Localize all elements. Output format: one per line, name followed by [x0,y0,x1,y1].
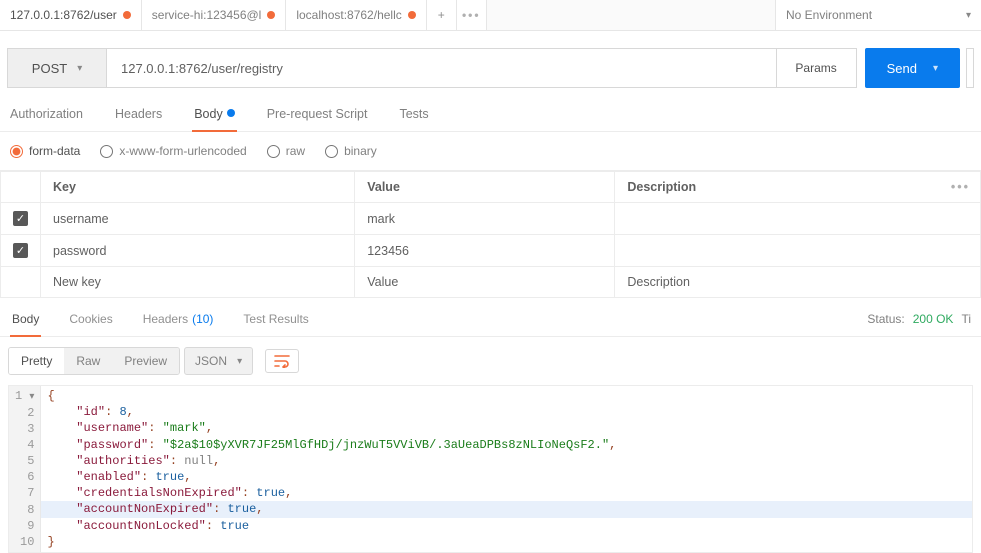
unsaved-dot-icon [123,11,131,19]
tab-1[interactable]: service-hi:123456@l [142,0,287,30]
table-row: ✓ usernamemark [1,203,981,235]
value-cell[interactable]: mark [355,203,615,235]
format-dropdown[interactable]: JSON ▾ [184,347,253,375]
view-mode-toggle: Pretty Raw Preview [8,347,180,375]
form-data-table: Key Value Description ••• ✓usernamemark✓… [0,171,981,298]
value-placeholder[interactable]: Value [355,267,615,298]
view-pretty[interactable]: Pretty [9,348,64,374]
resp-tab-cookies[interactable]: Cookies [67,312,114,336]
wrap-lines-button[interactable] [265,349,299,373]
params-button[interactable]: Params [777,48,857,88]
tab-label: 127.0.0.1:8762/user [10,8,117,22]
radio-form-data[interactable]: form-data [10,144,80,158]
chevron-down-icon: ▾ [77,63,82,74]
resp-tab-headers[interactable]: Headers(10) [141,312,216,336]
unsaved-dot-icon [408,11,416,19]
desc-cell[interactable] [615,203,981,235]
code-content: { "id": 8, "username": "mark", "password… [41,386,972,552]
resp-tab-body[interactable]: Body [10,312,41,336]
chevron-down-icon: ▾ [966,10,971,21]
resp-tab-testresults[interactable]: Test Results [241,312,310,336]
ellipsis-icon[interactable]: ••• [951,180,970,194]
status-label: Status: [867,312,904,326]
tab-0[interactable]: 127.0.0.1:8762/user [0,0,142,30]
method-dropdown[interactable]: POST ▾ [7,48,107,88]
tab-label: localhost:8762/hellc [296,8,401,22]
send-button[interactable]: Send ▾ [865,48,960,88]
desc-cell[interactable] [615,235,981,267]
wrap-icon [274,354,290,368]
col-description: Description ••• [615,172,981,203]
table-row-placeholder[interactable]: New keyValueDescription [1,267,981,298]
checkbox-icon[interactable]: ✓ [13,243,28,258]
table-row: ✓ password123456 [1,235,981,267]
unsaved-dot-icon [267,11,275,19]
send-label: Send [887,61,917,76]
response-body-viewer[interactable]: 1 ▾2345678910 { "id": 8, "username": "ma… [8,385,973,553]
response-tabs: Body Cookies Headers(10) Test Results St… [0,312,981,337]
value-cell[interactable]: 123456 [355,235,615,267]
key-cell[interactable]: password [41,235,355,267]
save-button-edge[interactable] [966,48,974,88]
desc-placeholder[interactable]: Description [615,267,981,298]
request-bar: POST ▾ 127.0.0.1:8762/user/registry Para… [7,48,974,88]
tab-prerequest[interactable]: Pre-request Script [265,107,370,131]
viewer-controls: Pretty Raw Preview JSON ▾ [0,337,981,385]
chevron-down-icon: ▾ [237,356,242,367]
view-raw[interactable]: Raw [64,348,112,374]
line-gutter: 1 ▾2345678910 [9,386,41,552]
tab-label: service-hi:123456@l [152,8,262,22]
tab-2[interactable]: localhost:8762/hellc [286,0,426,30]
request-tabs: Authorization Headers Body Pre-request S… [0,107,981,132]
radio-raw[interactable]: raw [267,144,305,158]
col-key: Key [41,172,355,203]
method-label: POST [32,61,67,76]
status: Status: 200 OK Ti [867,312,971,336]
environment-dropdown[interactable]: No Environment ▾ [775,0,981,30]
tab-tests[interactable]: Tests [397,107,430,131]
tab-strip: 127.0.0.1:8762/user service-hi:123456@l … [0,0,981,31]
new-tab-button[interactable]: + [427,0,457,30]
tab-overflow-button[interactable]: ••• [457,0,487,30]
tab-authorization[interactable]: Authorization [8,107,85,131]
url-input[interactable]: 127.0.0.1:8762/user/registry [107,48,777,88]
environment-label: No Environment [786,8,872,22]
checkbox-header [1,172,41,203]
body-type-radios: form-data x-www-form-urlencoded raw bina… [0,132,981,171]
chevron-down-icon: ▾ [933,63,938,74]
key-cell[interactable]: username [41,203,355,235]
ellipsis-icon: ••• [462,8,481,22]
col-value: Value [355,172,615,203]
checkbox-icon[interactable]: ✓ [13,211,28,226]
tab-body[interactable]: Body [192,107,237,131]
url-value: 127.0.0.1:8762/user/registry [121,61,283,76]
tab-headers[interactable]: Headers [113,107,164,131]
time-label: Ti [961,312,971,326]
status-value: 200 OK [913,312,954,326]
changed-dot-icon [227,109,235,117]
radio-urlencoded[interactable]: x-www-form-urlencoded [100,144,246,158]
key-placeholder[interactable]: New key [41,267,355,298]
radio-binary[interactable]: binary [325,144,377,158]
view-preview[interactable]: Preview [112,348,179,374]
